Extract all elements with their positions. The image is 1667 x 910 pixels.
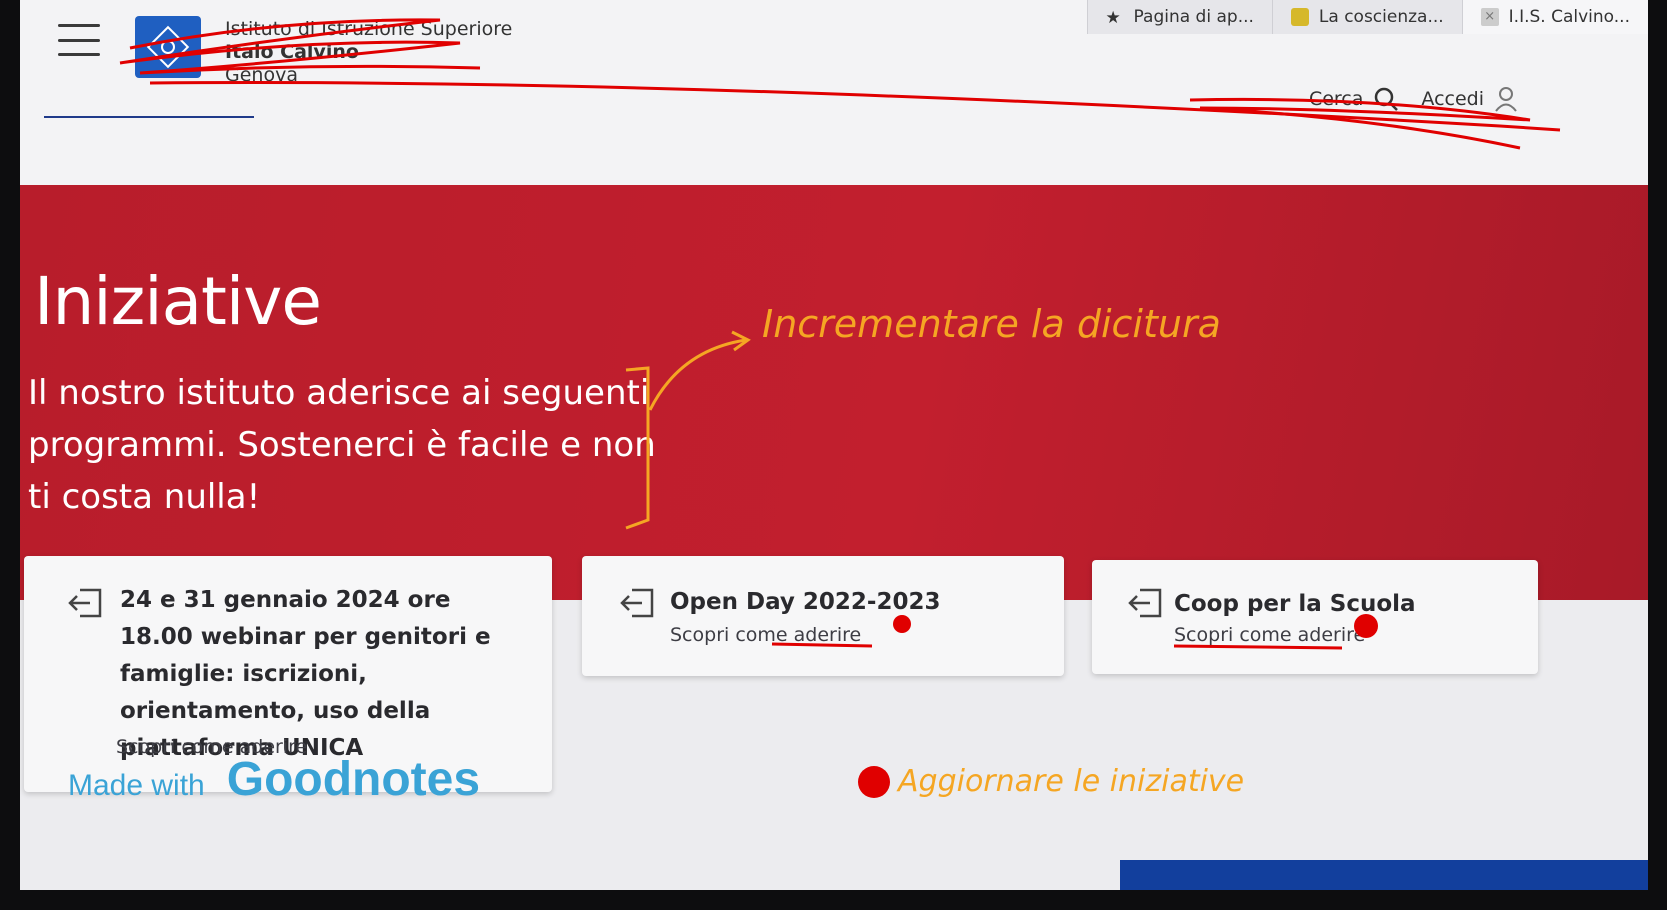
watermark-big: Goodnotes (226, 753, 481, 806)
annotation-note-2: Aggiornare le iniziative (898, 764, 1245, 799)
login-arrow-icon (620, 588, 654, 618)
login-label: Accedi (1421, 88, 1484, 110)
annotation-note-1: Incrementare la dicitura (762, 302, 1221, 346)
close-tab-icon[interactable]: × (1480, 8, 1499, 26)
card-title[interactable]: Open Day 2022-2023 (670, 584, 940, 621)
hero-banner: Iniziative Il nostro istituto aderisce a… (20, 185, 1648, 600)
logo-emblem-icon (146, 25, 190, 69)
tab-2-label: La coscienza... (1318, 7, 1444, 27)
initiative-card-open-day[interactable]: Open Day 2022-2023 Scopri come aderire (582, 556, 1064, 676)
login-arrow-icon (1128, 588, 1162, 618)
search-icon (1375, 87, 1399, 111)
login-arrow-icon (68, 588, 102, 618)
page-title: Iniziative (34, 263, 322, 340)
school-line-2: Italo Calvino (225, 41, 359, 63)
header-actions: Cerca Accedi (1309, 86, 1518, 112)
school-name-block[interactable]: Istituto di Istruzione Superiore Italo C… (225, 18, 512, 87)
watermark-small: Made with (68, 769, 205, 802)
search-button[interactable]: Cerca (1309, 86, 1399, 112)
card-link[interactable]: Scopri come aderire (670, 624, 861, 646)
browser-tabs: ★ Pagina di ap... La coscienza... × I.I.… (1086, 0, 1648, 38)
login-button[interactable]: Accedi (1421, 86, 1518, 112)
school-city: Genova (225, 64, 298, 86)
search-label: Cerca (1308, 88, 1364, 110)
school-line-1: Istituto di Istruzione Superiore (225, 18, 513, 40)
tab-2[interactable]: La coscienza... (1271, 0, 1462, 34)
tab-1-label: Pagina di ap... (1133, 7, 1254, 27)
goodnotes-watermark: Made with Goodnotes (68, 752, 480, 807)
screen: Istituto di Istruzione Superiore Italo C… (20, 0, 1648, 890)
yellow-favicon-icon (1290, 8, 1309, 26)
star-icon: ★ (1105, 8, 1121, 28)
header-underline (44, 116, 254, 118)
hero-subtitle: Il nostro istituto aderisce ai seguenti … (28, 373, 656, 517)
tab-3-label: I.I.S. Calvino... (1508, 7, 1630, 27)
tab-1[interactable]: ★ Pagina di ap... (1086, 0, 1272, 34)
card-title[interactable]: Coop per la Scuola (1174, 586, 1416, 623)
initiative-card-coop[interactable]: Coop per la Scuola Scopri come aderire (1092, 560, 1538, 674)
bottom-blue-bar (1120, 860, 1648, 890)
user-icon (1495, 87, 1517, 112)
school-logo[interactable] (135, 16, 201, 78)
menu-icon[interactable] (58, 24, 100, 56)
tab-3[interactable]: × I.I.S. Calvino... (1461, 0, 1648, 34)
card-link[interactable]: Scopri come aderire (1174, 624, 1365, 646)
